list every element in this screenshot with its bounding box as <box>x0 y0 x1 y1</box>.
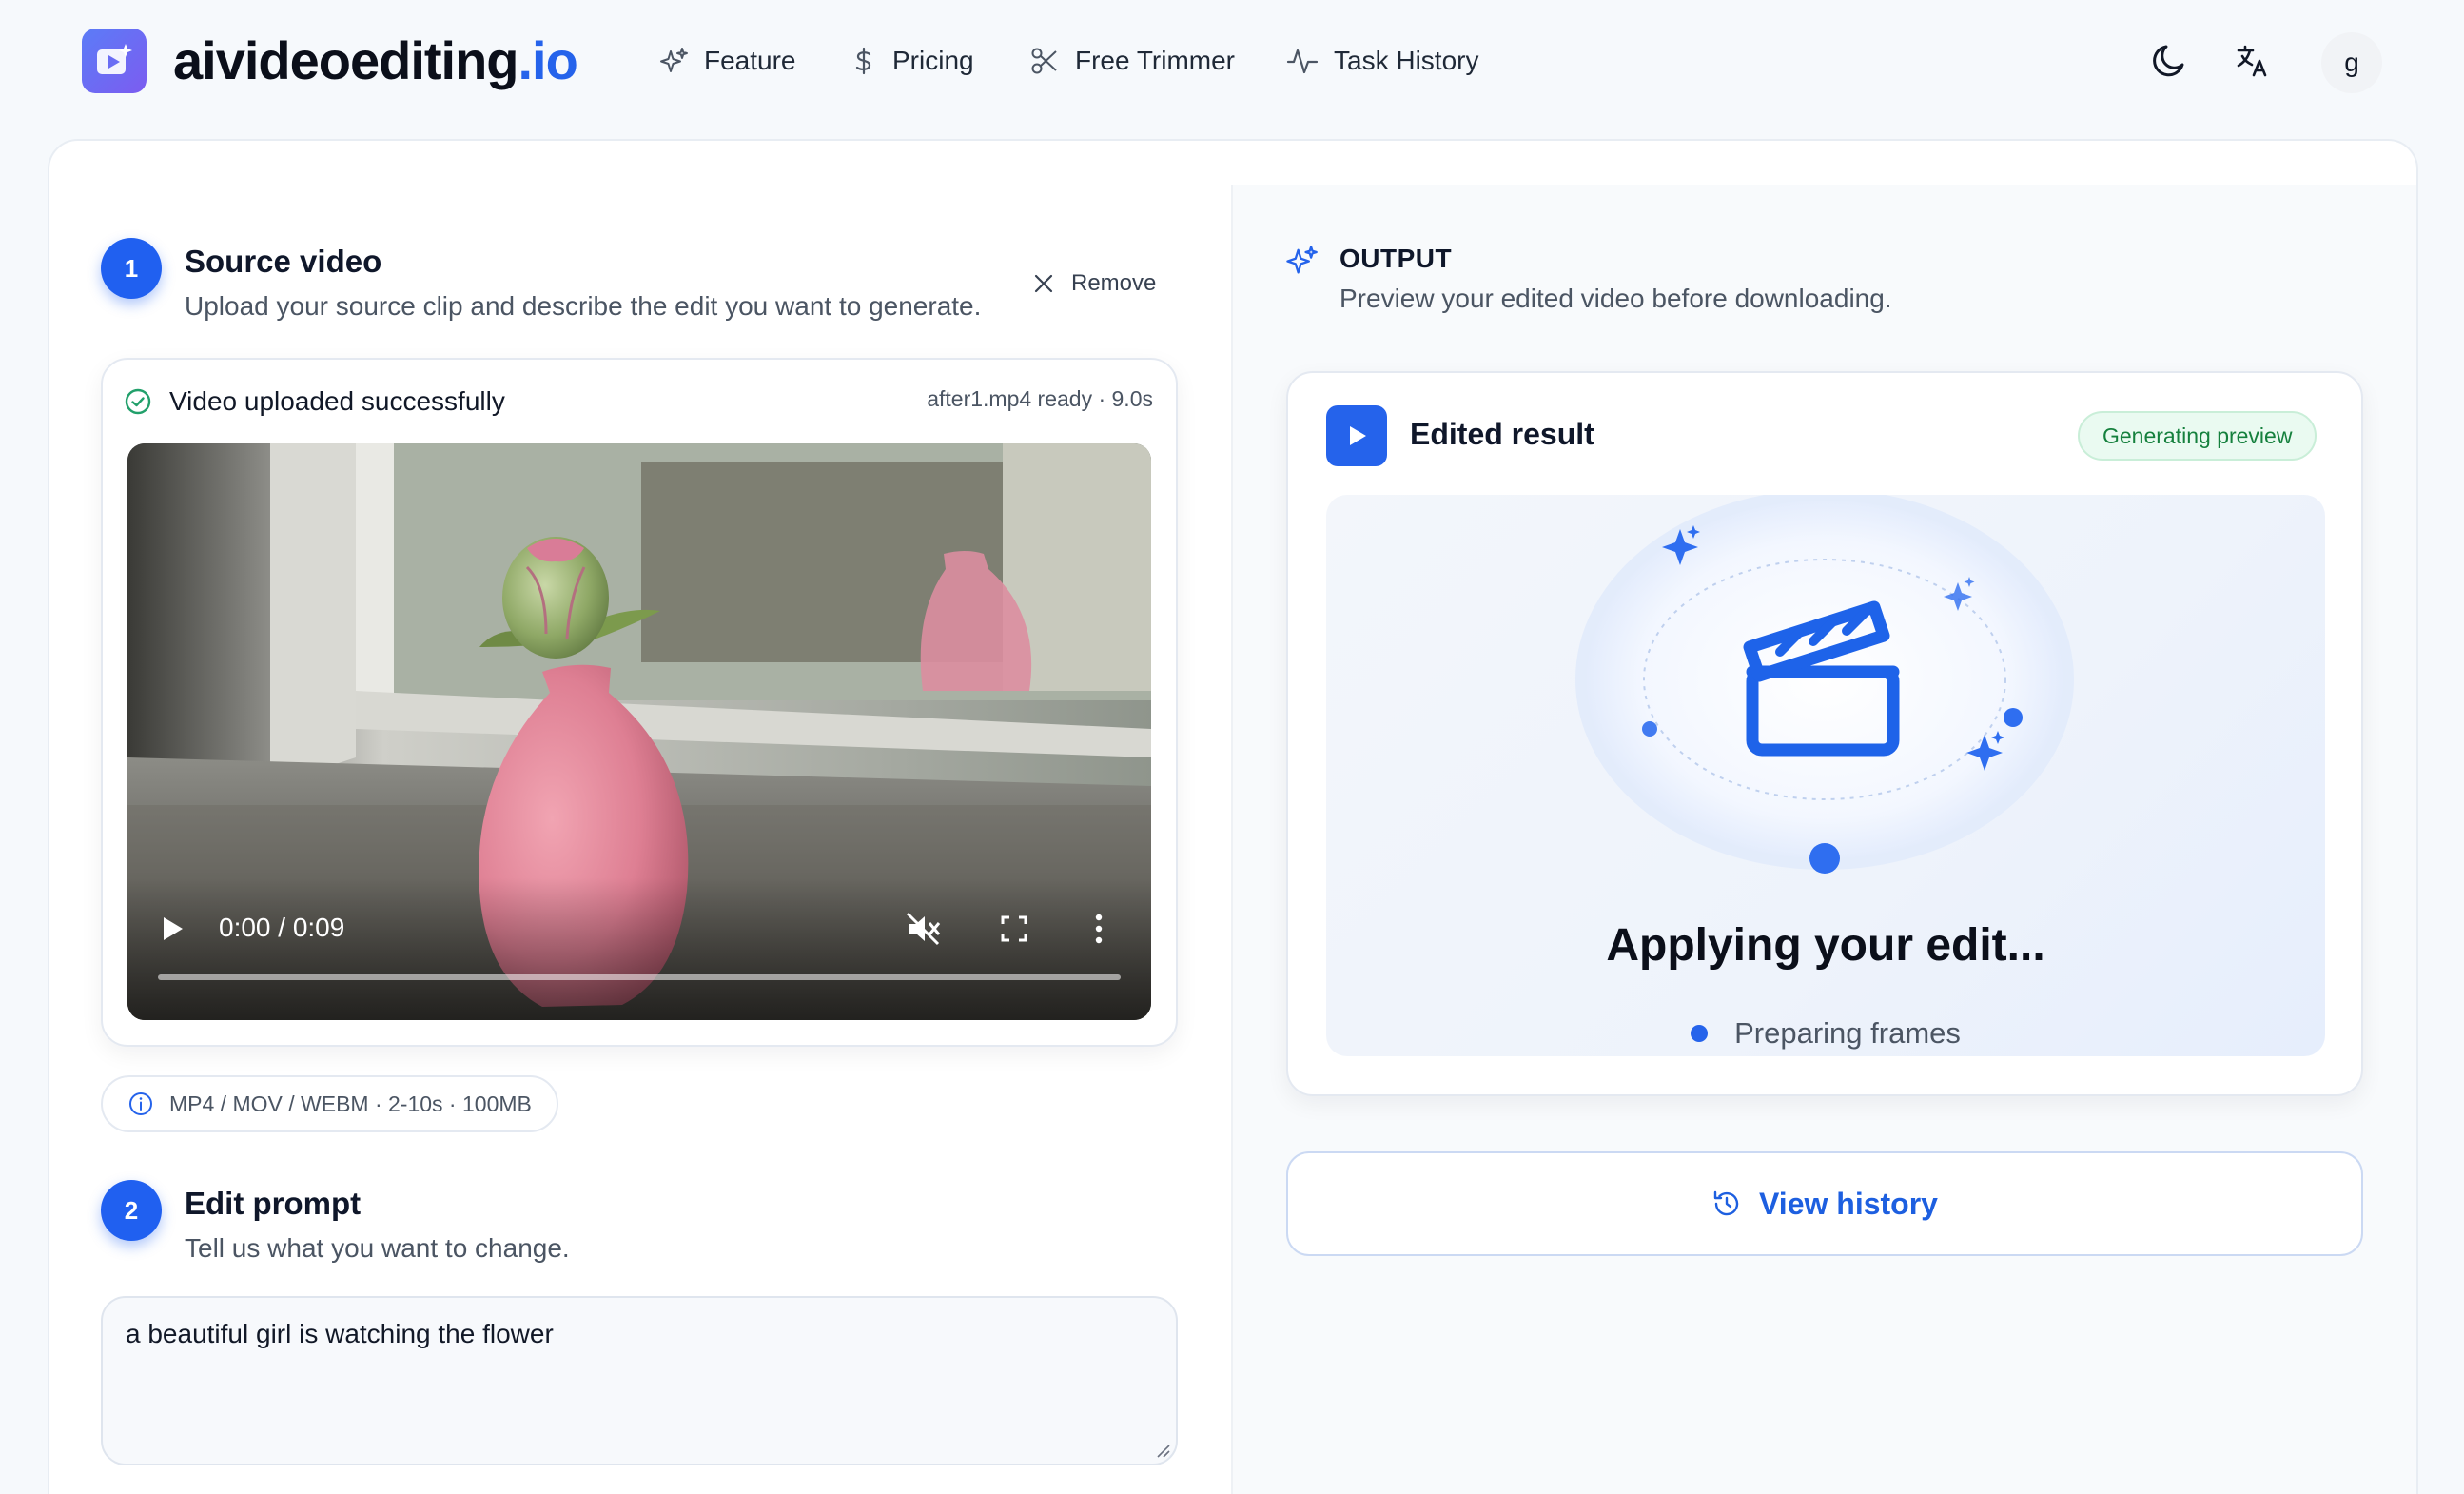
step-2-badge: 2 <box>101 1180 162 1241</box>
status-dot-icon <box>1691 1025 1709 1042</box>
nav-pricing-label: Pricing <box>892 46 974 75</box>
top-header: aivideoediting.io Feature Pricing Free T… <box>0 0 2464 124</box>
status-badge: Generating preview <box>2078 411 2317 461</box>
source-title: Source video <box>185 244 382 279</box>
mute-icon[interactable] <box>906 912 942 946</box>
play-icon[interactable] <box>162 915 185 942</box>
nav-feature[interactable]: Feature <box>658 42 796 80</box>
file-meta: after1.mp4 ready · 9.0s <box>927 386 1153 411</box>
nav-free-trimmer[interactable]: Free Trimmer <box>1029 42 1235 80</box>
nav-task-history-label: Task History <box>1334 46 1479 75</box>
prompt-title: Edit prompt <box>185 1186 362 1221</box>
clapperboard-illustration <box>1575 495 2074 874</box>
nav-pricing[interactable]: Pricing <box>851 42 974 80</box>
dollar-icon <box>855 47 871 75</box>
fullscreen-icon[interactable] <box>1001 915 1027 942</box>
theme-toggle-button[interactable] <box>2141 32 2198 89</box>
history-icon <box>1713 1190 1739 1216</box>
activity-icon <box>1286 49 1319 74</box>
view-history-button[interactable]: View history <box>1286 1151 2363 1256</box>
sparkles-icon <box>660 48 688 72</box>
remove-label: Remove <box>1071 270 1157 296</box>
status-title: Applying your edit... <box>1606 920 2045 971</box>
video-time: 0:00 / 0:09 <box>219 913 345 942</box>
upload-status: Video uploaded successfully <box>124 383 505 421</box>
remove-button[interactable]: Remove <box>1033 265 1156 303</box>
logo-icon[interactable] <box>82 29 147 93</box>
output-title: OUTPUT <box>1340 244 1453 273</box>
preview-area <box>1326 495 2325 1056</box>
status-step-text: Preparing frames <box>1734 1016 1961 1050</box>
source-subtitle: Upload your source clip and describe the… <box>185 291 982 321</box>
nav-feature-label: Feature <box>704 46 796 75</box>
video-controls <box>127 877 1151 1020</box>
check-circle-icon <box>125 388 151 415</box>
video-progress-bar[interactable] <box>158 974 1121 980</box>
result-title: Edited result <box>1410 417 1594 451</box>
format-info: MP4 / MOV / WEBM · 2-10s · 100MB <box>101 1075 558 1132</box>
play-icon <box>1326 405 1387 466</box>
nav-free-trimmer-label: Free Trimmer <box>1075 46 1235 75</box>
edit-prompt-textarea[interactable]: a beautiful girl is watching the flower <box>101 1296 1178 1465</box>
output-subtitle: Preview your edited video before downloa… <box>1340 284 1892 313</box>
nav-task-history[interactable]: Task History <box>1286 42 1478 80</box>
view-history-label: View history <box>1759 1186 1938 1221</box>
scissors-icon <box>1031 48 1057 74</box>
prompt-subtitle: Tell us what you want to change. <box>185 1233 570 1263</box>
translate-icon <box>2237 45 2267 77</box>
user-avatar[interactable]: g <box>2321 32 2382 93</box>
avatar-letter: g <box>2344 48 2359 77</box>
format-info-text: MP4 / MOV / WEBM · 2-10s · 100MB <box>169 1091 532 1116</box>
step-1-badge: 1 <box>101 238 162 299</box>
upload-status-text: Video uploaded successfully <box>169 386 505 416</box>
prompt-text: a beautiful girl is watching the flower <box>126 1319 554 1348</box>
sparkles-icon <box>1286 246 1318 274</box>
info-icon <box>129 1092 152 1115</box>
brand-name[interactable]: aivideoediting.io <box>173 29 578 93</box>
status-step: Preparing frames <box>1326 1016 2325 1051</box>
more-options-icon[interactable] <box>1094 914 1104 944</box>
video-player[interactable]: 0:00 / 0:09 <box>127 443 1151 1020</box>
language-button[interactable] <box>2224 32 2281 89</box>
moon-icon <box>2153 45 2184 77</box>
resize-handle-icon[interactable] <box>1155 1443 1170 1458</box>
close-icon <box>1034 274 1053 293</box>
